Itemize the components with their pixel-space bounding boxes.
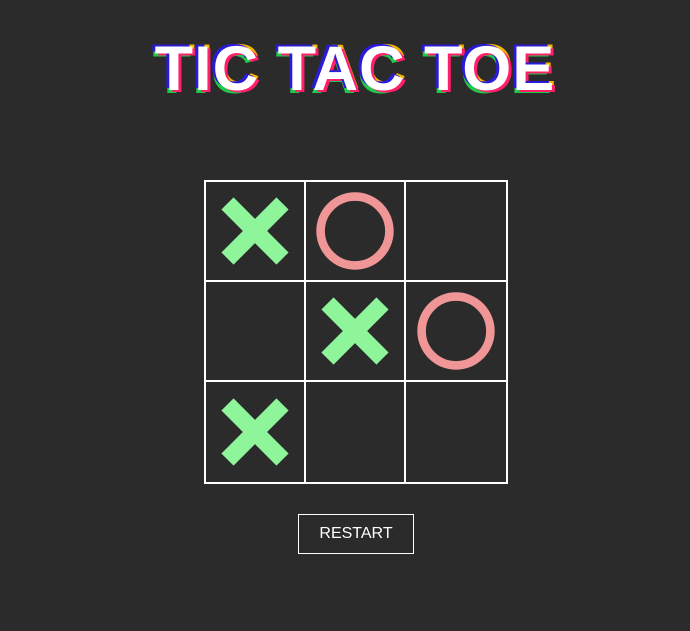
restart-button[interactable]: RESTART [298,514,414,554]
x-mark-icon [221,197,289,265]
board-cell-r1-c1[interactable] [206,182,306,282]
board-cell-r2-c1[interactable] [206,282,306,382]
board-cell-r1-c2[interactable] [306,182,406,282]
x-mark-icon [221,398,289,466]
board-cell-r1-c3[interactable] [406,182,506,282]
game-page: TIC TAC TOE RESTART [0,0,690,631]
board-cell-r2-c3[interactable] [406,282,506,382]
board-cell-r3-c3[interactable] [406,382,506,482]
board-cell-r2-c2[interactable] [306,282,406,382]
o-mark-icon [417,292,495,370]
board-cell-r3-c2[interactable] [306,382,406,482]
game-title: TIC TAC TOE [154,34,556,104]
o-mark-icon [316,192,394,270]
x-mark-icon [321,297,389,365]
game-board [204,180,508,484]
board-cell-r3-c1[interactable] [206,382,306,482]
